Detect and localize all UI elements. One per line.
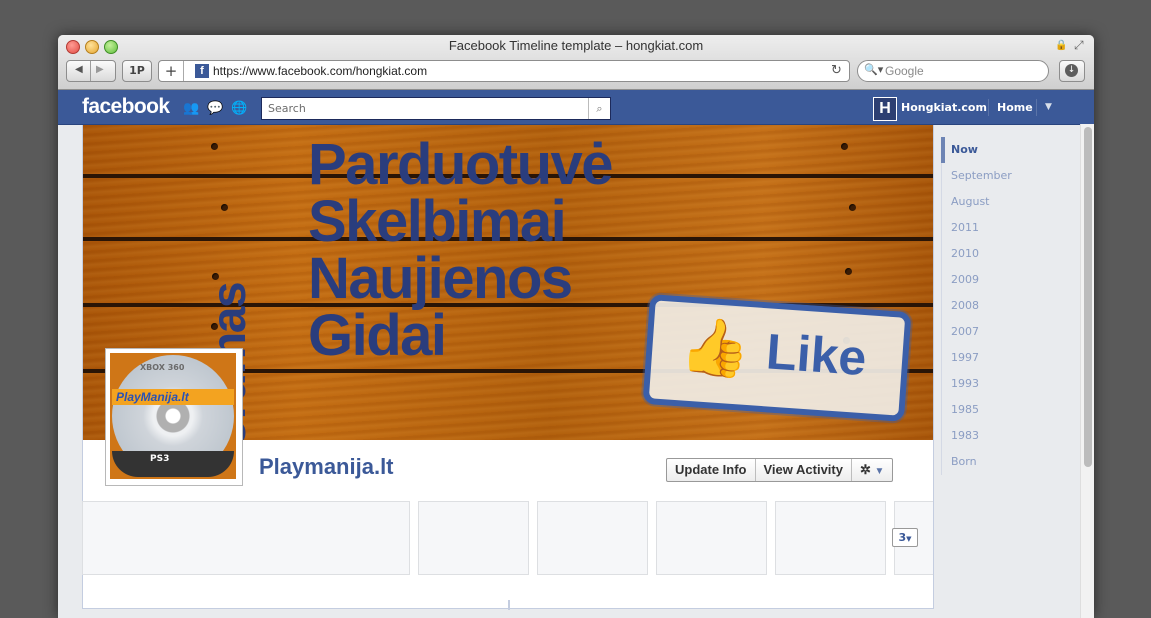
search-icon[interactable]: 🔍▾: [864, 63, 883, 76]
scrubber-item-1997[interactable]: 1997: [941, 345, 1059, 371]
profile-tile[interactable]: [418, 501, 529, 575]
chevron-down-icon: ▼: [874, 466, 885, 477]
window-title: Facebook Timeline template – hongkiat.co…: [448, 38, 704, 53]
url-text[interactable]: https://www.facebook.com/hongkiat.com: [213, 64, 427, 78]
notifications-globe-icon[interactable]: 🌐: [231, 101, 247, 116]
profile-picture-image: XBOX 360 PlayManija.lt PS3: [110, 353, 236, 479]
profile-action-buttons: Update Info View Activity ✲ ▼: [666, 458, 894, 482]
browser-window: Facebook Timeline template – hongkiat.co…: [58, 35, 1094, 618]
scrubber-item-1993[interactable]: 1993: [941, 371, 1059, 397]
scrubber-item-september[interactable]: September: [941, 163, 1059, 189]
web-search-field[interactable]: 🔍▾ Google: [857, 60, 1049, 82]
nail-head: [211, 143, 218, 150]
disc-bottom-text: PS3: [150, 454, 170, 464]
download-icon: ↓: [1065, 64, 1078, 77]
friend-requests-icon[interactable]: 👥: [183, 101, 199, 116]
chevron-down-icon: ▼: [906, 535, 912, 543]
settings-menu-button[interactable]: ✲ ▼: [852, 459, 892, 481]
fullscreen-icon[interactable]: ⤢: [1074, 38, 1084, 53]
messages-icon[interactable]: 💬: [207, 101, 223, 116]
facebook-favicon-icon: f: [195, 64, 209, 78]
account-name-link[interactable]: Hongkiat.com: [901, 101, 987, 114]
nail-head: [849, 204, 856, 211]
nav-divider: [90, 61, 91, 81]
reload-icon[interactable]: ↻: [831, 63, 842, 78]
scrubber-item-2009[interactable]: 2009: [941, 267, 1059, 293]
cover-word-news: Naujienos: [308, 246, 573, 311]
nail-head: [221, 204, 228, 211]
vertical-scrollbar[interactable]: [1080, 124, 1094, 618]
scrubber-item-1983[interactable]: 1983: [941, 423, 1059, 449]
password-manager-button[interactable]: 1P: [122, 60, 152, 82]
address-bar[interactable]: + f https://www.facebook.com/hongkiat.co…: [158, 60, 850, 82]
search-icon[interactable]: ⌕: [588, 98, 610, 119]
account-menu-chevron-down-icon[interactable]: ▼: [1045, 102, 1052, 112]
thumbs-up-icon: 👍: [678, 313, 753, 384]
update-info-button[interactable]: Update Info: [667, 459, 756, 481]
profile-picture[interactable]: XBOX 360 PlayManija.lt PS3: [105, 348, 243, 486]
nail-head: [841, 143, 848, 150]
facebook-search-input[interactable]: Search ⌕: [261, 97, 611, 120]
nav-separator: [1036, 99, 1037, 116]
scrubber-item-2010[interactable]: 2010: [941, 241, 1059, 267]
like-stamp-text: Like: [764, 323, 869, 387]
disc-top-text: XBOX 360: [140, 363, 185, 372]
nav-separator: [988, 99, 989, 116]
account-avatar[interactable]: H: [873, 97, 897, 121]
profile-tile-friends[interactable]: [82, 501, 410, 575]
scrubber-item-august[interactable]: August: [941, 189, 1059, 215]
cover-word-store: Parduotuvė: [308, 132, 614, 197]
facebook-top-bar: facebook 👥 💬 🌐 Search ⌕ H Hongkiat.com H…: [58, 90, 1094, 125]
scrubber-item-2008[interactable]: 2008: [941, 293, 1059, 319]
cover-word-guides: Gidai: [308, 303, 447, 368]
disc-logo-text: PlayManija.lt: [116, 390, 189, 404]
disc-bottom-band: [112, 451, 234, 477]
timeline-main-column: Parduotuvė Skelbimai Naujienos Gidai For…: [82, 125, 934, 610]
scrollbar-thumb[interactable]: [1084, 127, 1092, 467]
profile-tile[interactable]: [656, 501, 767, 575]
forward-icon[interactable]: ▶: [96, 64, 104, 75]
home-link[interactable]: Home: [997, 101, 1033, 114]
title-bar: Facebook Timeline template – hongkiat.co…: [58, 35, 1094, 90]
timeline-scrubber: Now September August 2011 2010 2009 2008…: [941, 137, 1059, 475]
lock-icon: 🔒: [1055, 40, 1068, 51]
more-tiles-count: 3: [898, 531, 907, 544]
scrubber-item-2011[interactable]: 2011: [941, 215, 1059, 241]
scrubber-item-born[interactable]: Born: [941, 449, 1059, 475]
page-content: facebook 👥 💬 🌐 Search ⌕ H Hongkiat.com H…: [58, 90, 1094, 618]
nail-head: [845, 268, 852, 275]
more-tiles-button[interactable]: 3▼: [892, 528, 918, 547]
search-placeholder: Search: [268, 102, 306, 115]
scrubber-item-now[interactable]: Now: [941, 137, 1059, 163]
scrubber-item-1985[interactable]: 1985: [941, 397, 1059, 423]
back-forward-buttons: ◀ ▶: [66, 60, 116, 82]
timeline-spine: [508, 600, 510, 610]
cover-word-ads: Skelbimai: [308, 189, 567, 254]
web-search-placeholder: Google: [885, 64, 924, 78]
profile-tile[interactable]: [775, 501, 886, 575]
view-activity-button[interactable]: View Activity: [756, 459, 852, 481]
new-tab-button[interactable]: +: [159, 61, 184, 81]
scrubber-item-2007[interactable]: 2007: [941, 319, 1059, 345]
downloads-button[interactable]: ↓: [1059, 60, 1085, 82]
gear-icon: ✲: [859, 462, 871, 477]
page-title[interactable]: Playmanija.lt: [259, 454, 394, 480]
back-icon[interactable]: ◀: [75, 64, 83, 75]
profile-tile[interactable]: [537, 501, 648, 575]
facebook-logo[interactable]: facebook: [82, 95, 170, 119]
like-stamp: 👍 Like: [642, 293, 912, 423]
